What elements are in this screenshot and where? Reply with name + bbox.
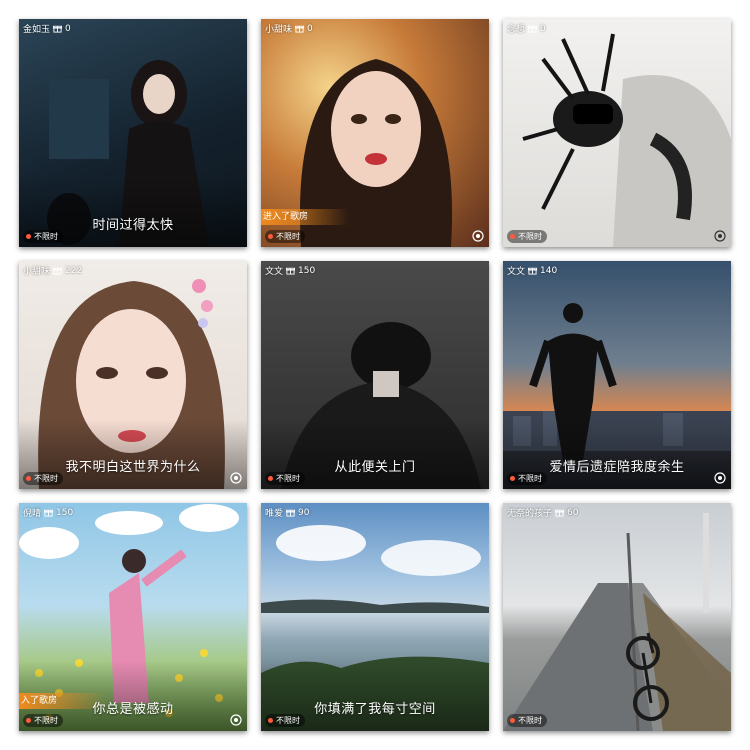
time-badge: 不限时 — [265, 230, 305, 243]
live-dot-icon — [268, 718, 273, 723]
room-card[interactable]: 无奈的孩子 60 不限时 — [503, 503, 731, 731]
user-name: 金如玉 — [23, 25, 51, 35]
time-badge: 不限时 — [23, 472, 63, 485]
room-status-tag: 进入了歌房 — [261, 209, 349, 225]
live-dot-icon — [26, 476, 31, 481]
live-dot-icon — [26, 234, 31, 239]
room-card[interactable]: 文文 150 从此便关上门 不限时 — [261, 261, 489, 489]
gift-icon — [286, 509, 296, 517]
gift-icon — [295, 25, 305, 33]
user-name: 念想 — [507, 25, 526, 35]
room-card[interactable]: 入了歌房 倪晴 150 你总是被感动 不限时 — [19, 503, 247, 731]
audio-wave-icon — [230, 472, 242, 484]
gift-icon — [555, 509, 565, 517]
room-card[interactable]: 小甜味 222 我不明白这世界为什么 不限时 — [19, 261, 247, 489]
gift-icon — [53, 267, 63, 275]
gift-count: 0 — [540, 23, 546, 34]
live-dot-icon — [510, 718, 515, 723]
live-dot-icon — [510, 234, 515, 239]
room-card[interactable]: 文文 140 爱情后遗症陪我度余生 不限时 — [503, 261, 731, 489]
room-meta: 唯爱 90 — [265, 506, 310, 520]
gift-count: 150 — [298, 265, 316, 276]
user-name: 唯爱 — [265, 509, 284, 519]
gift-icon — [528, 267, 538, 275]
time-label: 不限时 — [276, 474, 300, 483]
time-label: 不限时 — [34, 232, 58, 241]
time-badge: 不限时 — [507, 230, 547, 243]
gift-count: 60 — [567, 507, 579, 518]
room-meta: 倪晴 150 — [23, 506, 74, 520]
gift-icon — [286, 267, 296, 275]
time-label: 不限时 — [34, 474, 58, 483]
gift-count: 140 — [540, 265, 558, 276]
room-meta: 念想 0 — [507, 22, 546, 36]
time-badge: 不限时 — [265, 714, 305, 727]
time-label: 不限时 — [518, 474, 542, 483]
time-label: 不限时 — [276, 232, 300, 241]
room-grid: 金如玉 0 时间过得太快 不限时 进入了歌房 小甜味 0 不限时 念想 0 不限… — [0, 0, 750, 750]
audio-wave-icon — [714, 230, 726, 242]
gift-count: 150 — [56, 507, 74, 518]
time-label: 不限时 — [518, 716, 542, 725]
room-meta: 小甜味 0 — [265, 22, 313, 36]
time-label: 不限时 — [518, 232, 542, 241]
time-label: 不限时 — [34, 716, 58, 725]
room-card[interactable]: 金如玉 0 时间过得太快 不限时 — [19, 19, 247, 247]
time-badge: 不限时 — [507, 714, 547, 727]
time-badge: 不限时 — [23, 230, 63, 243]
room-meta: 文文 150 — [265, 264, 316, 278]
room-meta: 金如玉 0 — [23, 22, 71, 36]
gift-icon — [53, 25, 63, 33]
live-dot-icon — [268, 234, 273, 239]
audio-wave-icon — [714, 472, 726, 484]
gift-count: 90 — [298, 507, 310, 518]
room-meta: 无奈的孩子 60 — [507, 506, 579, 520]
time-label: 不限时 — [276, 716, 300, 725]
live-dot-icon — [510, 476, 515, 481]
live-dot-icon — [268, 476, 273, 481]
audio-wave-icon — [472, 230, 484, 242]
time-badge: 不限时 — [265, 472, 305, 485]
room-card[interactable]: 进入了歌房 小甜味 0 不限时 — [261, 19, 489, 247]
gift-count: 0 — [65, 23, 71, 34]
gift-count: 222 — [65, 265, 83, 276]
room-card[interactable]: 唯爱 90 你填满了我每寸空间 不限时 — [261, 503, 489, 731]
room-meta: 小甜味 222 — [23, 264, 83, 278]
live-dot-icon — [26, 718, 31, 723]
user-name: 倪晴 — [23, 509, 42, 519]
user-name: 文文 — [507, 267, 526, 277]
room-card[interactable]: 念想 0 不限时 — [503, 19, 731, 247]
gift-icon — [528, 25, 538, 33]
gift-count: 0 — [307, 23, 313, 34]
user-name: 文文 — [265, 267, 284, 277]
user-name: 无奈的孩子 — [507, 509, 553, 519]
room-cover — [503, 503, 731, 731]
user-name: 小甜味 — [265, 25, 293, 35]
gift-icon — [44, 509, 54, 517]
user-name: 小甜味 — [23, 267, 51, 277]
time-badge: 不限时 — [507, 472, 547, 485]
time-badge: 不限时 — [23, 714, 63, 727]
room-cover — [503, 19, 731, 247]
audio-wave-icon — [230, 714, 242, 726]
room-meta: 文文 140 — [507, 264, 558, 278]
